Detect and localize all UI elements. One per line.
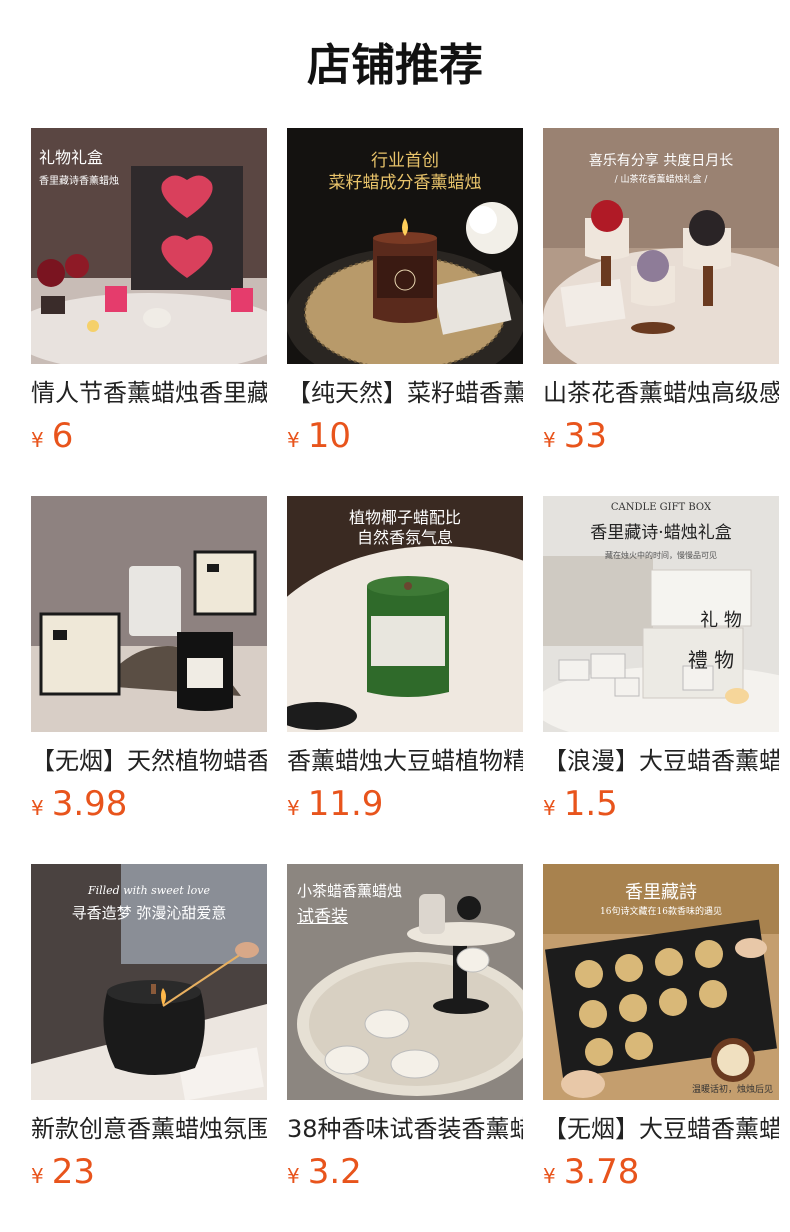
product-card[interactable]: 植物椰子蜡配比 自然香氛气息 香薰蜡烛大豆蜡植物精油 ¥11.9 <box>287 496 523 824</box>
product-price: ¥23 <box>31 1152 95 1198</box>
currency-symbol: ¥ <box>31 428 44 452</box>
product-price: ¥11.9 <box>287 784 383 830</box>
price-value: 11.9 <box>307 784 384 824</box>
price-value: 3.78 <box>563 1152 640 1192</box>
product-image[interactable] <box>31 496 267 732</box>
price-value: 3.98 <box>51 784 128 824</box>
product-card[interactable]: Filled with sweet love 寻香造梦 弥漫沁甜爱意 新款创意香… <box>31 864 267 1192</box>
image-caption: 香里藏诗·蜡烛礼盒 <box>590 523 732 543</box>
store-recommendation-page: 店铺推荐 礼物礼盒 香里藏诗香薰蜡烛 情人节香薰蜡烛香里藏 ¥ 6 行业首创 菜… <box>0 0 790 1232</box>
currency-symbol: ¥ <box>287 428 300 452</box>
product-name[interactable]: 香薰蜡烛大豆蜡植物精油 <box>287 744 523 778</box>
product-name[interactable]: 山茶花香薰蜡烛高级感礼盒 <box>543 376 779 410</box>
price-value: 33 <box>563 416 607 456</box>
currency-symbol: ¥ <box>543 1164 556 1188</box>
product-card[interactable]: 礼物礼盒 香里藏诗香薰蜡烛 情人节香薰蜡烛香里藏诗礼盒 ¥6 <box>31 128 267 456</box>
product-card[interactable]: 喜乐有分享 共度日月长 / 山茶花香薰蜡烛礼盒 / 山茶花香薰蜡烛高级感礼盒 ¥… <box>543 128 779 456</box>
image-caption: 藏在烛火中的时间，慢慢品可见 <box>605 551 717 560</box>
currency-symbol: ¥ <box>543 428 556 452</box>
currency-symbol: ¥ <box>287 796 300 820</box>
product-name[interactable]: 【浪漫】大豆蜡香薰蜡烛礼盒 <box>543 744 779 778</box>
price-value: 6 <box>51 416 74 456</box>
product-price: ¥3.2 <box>287 1152 362 1198</box>
product-name[interactable]: 【纯天然】菜籽蜡香薰蜡烛 <box>287 376 523 410</box>
product-price: ¥1.5 <box>543 784 618 830</box>
product-name[interactable]: 【无烟】大豆蜡香薰蜡烛礼盒 <box>543 1112 779 1146</box>
image-caption: / 山茶花香薰蜡烛礼盒 / <box>614 175 708 185</box>
product-grid: 礼物礼盒 香里藏诗香薰蜡烛 情人节香薰蜡烛香里藏诗礼盒 ¥6 <box>31 128 779 1192</box>
product-image[interactable]: 小茶蜡香薰蜡烛 试香装 <box>287 864 523 1100</box>
image-caption: 菜籽蜡成分香薰蜡烛 <box>328 173 482 193</box>
image-caption: 礼 物 <box>700 610 742 631</box>
image-caption: 禮 物 <box>687 648 735 672</box>
product-card[interactable]: CANDLE GIFT BOX 香里藏诗·蜡烛礼盒 藏在烛火中的时间，慢慢品可见… <box>543 496 779 824</box>
image-caption: CANDLE GIFT BOX <box>610 502 712 513</box>
product-price: ¥3.78 <box>543 1152 639 1198</box>
product-price: ¥3.98 <box>31 784 127 830</box>
currency-symbol: ¥ <box>31 1164 44 1188</box>
image-caption: 寻香造梦 弥漫沁甜爱意 <box>71 904 227 922</box>
image-caption: 喜乐有分享 共度日月长 <box>588 153 734 169</box>
image-caption: Filled with sweet love <box>87 884 211 897</box>
product-card[interactable]: 小茶蜡香薰蜡烛 试香装 38种香味试香装香薰蜡烛 ¥3.2 <box>287 864 523 1192</box>
image-caption: 香里藏詩 <box>625 882 697 903</box>
currency-symbol: ¥ <box>287 1164 300 1188</box>
product-name[interactable]: 新款创意香薰蜡烛氛围感 <box>31 1112 267 1146</box>
page-title: 店铺推荐 <box>307 40 483 91</box>
price-value: 1.5 <box>563 784 618 824</box>
product-name[interactable]: 【无烟】天然植物蜡香薰蜡烛 <box>31 744 267 778</box>
product-name[interactable]: 38种香味试香装香薰蜡烛 <box>287 1112 523 1146</box>
currency-symbol: ¥ <box>543 796 556 820</box>
image-caption: 试香装 <box>297 907 348 927</box>
product-card[interactable]: 行业首创 菜籽蜡成分香薰蜡烛 【纯天然】菜籽蜡香薰蜡烛 ¥10 <box>287 128 523 456</box>
product-image[interactable]: 喜乐有分享 共度日月长 / 山茶花香薰蜡烛礼盒 / <box>543 128 779 364</box>
product-name[interactable]: 情人节香薰蜡烛香里藏诗礼盒 <box>31 376 267 410</box>
product-image[interactable]: 行业首创 菜籽蜡成分香薰蜡烛 <box>287 128 523 364</box>
price-value: 10 <box>307 416 351 456</box>
price-value: 3.2 <box>307 1152 362 1192</box>
image-caption: 16句诗文藏在16款香味的遇见 <box>600 907 722 917</box>
product-image[interactable]: CANDLE GIFT BOX 香里藏诗·蜡烛礼盒 藏在烛火中的时间，慢慢品可见… <box>543 496 779 732</box>
product-image[interactable]: 植物椰子蜡配比 自然香氛气息 <box>287 496 523 732</box>
product-price: ¥10 <box>287 416 351 462</box>
image-caption: 香里藏诗香薰蜡烛 <box>39 176 119 187</box>
product-card[interactable]: 【无烟】天然植物蜡香薰蜡烛 ¥3.98 <box>31 496 267 824</box>
price-value: 23 <box>51 1152 95 1192</box>
image-caption: 小茶蜡香薰蜡烛 <box>297 882 403 900</box>
product-image[interactable]: Filled with sweet love 寻香造梦 弥漫沁甜爱意 <box>31 864 267 1100</box>
product-price: ¥6 <box>31 416 73 462</box>
product-image[interactable]: 礼物礼盒 香里藏诗香薰蜡烛 <box>31 128 267 364</box>
product-image[interactable]: 香里藏詩 16句诗文藏在16款香味的遇见 温暖话初，烛烛后见 <box>543 864 779 1100</box>
currency-symbol: ¥ <box>31 796 44 820</box>
image-caption: 温暖话初，烛烛后见 <box>691 1085 773 1095</box>
image-caption: 礼物礼盒 <box>39 148 104 167</box>
image-caption: 自然香氛气息 <box>356 528 453 547</box>
product-card[interactable]: 香里藏詩 16句诗文藏在16款香味的遇见 温暖话初，烛烛后见 【无烟】大豆蜡香薰… <box>543 864 779 1192</box>
product-price: ¥33 <box>543 416 607 462</box>
